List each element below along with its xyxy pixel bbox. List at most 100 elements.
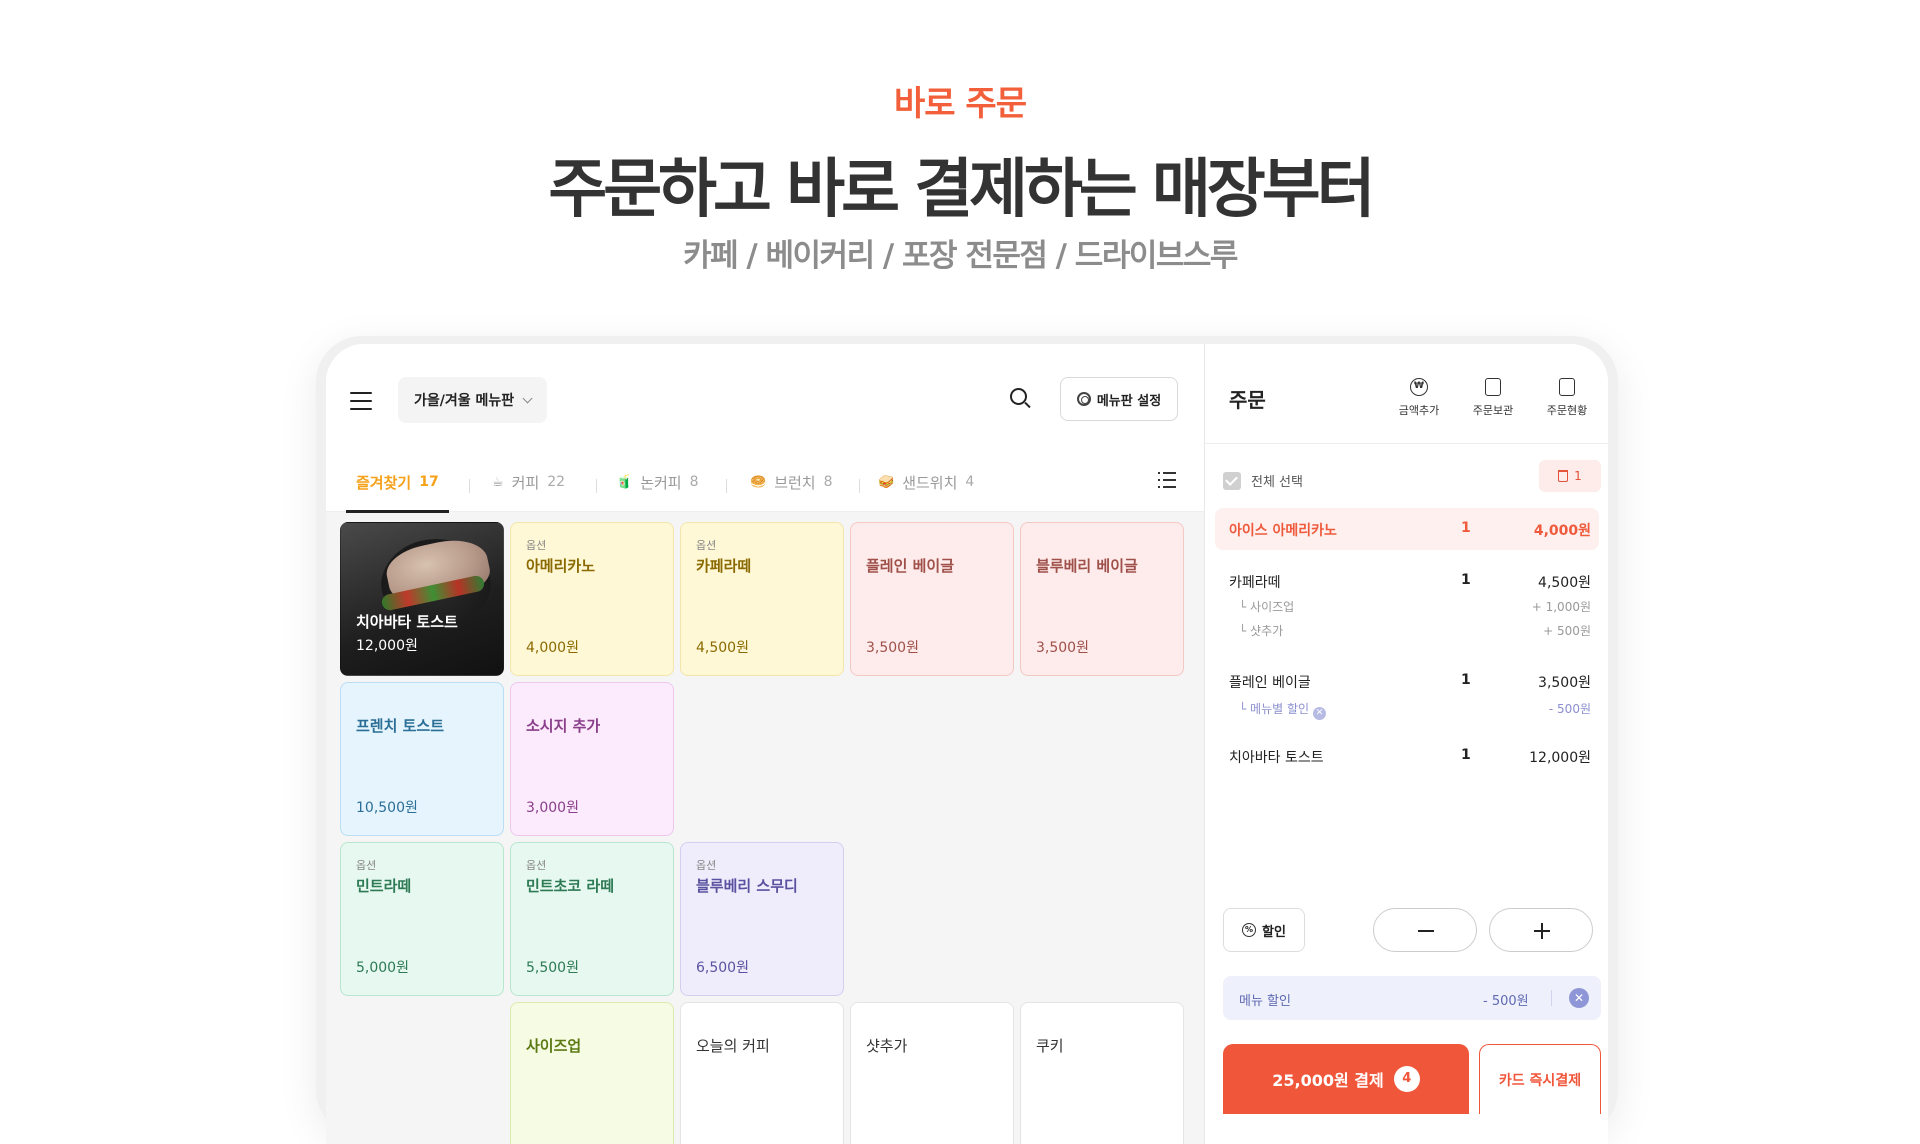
menu-card-blueberry-bagel[interactable]: 블루베리 베이글 3,500원: [1020, 522, 1184, 676]
card-price: 10,500원: [356, 800, 418, 816]
menu-card-shot-add[interactable]: 샷추가: [850, 1002, 1014, 1144]
item-price: 12,000원: [1529, 750, 1591, 766]
search-icon[interactable]: [1010, 388, 1032, 410]
item-name: 아이스 아메리카노: [1229, 523, 1337, 539]
card-name: 블루베리 스무디: [696, 877, 798, 895]
card-name: 치아바타 토스트: [356, 613, 458, 631]
tab-coffee[interactable]: ☕ 커피 22: [492, 452, 565, 512]
menu-card-cafe-latte[interactable]: 옵션 카페라떼 4,500원: [680, 522, 844, 676]
menu-card-french-toast[interactable]: 프렌치 토스트 10,500원: [340, 682, 504, 836]
tab-count: 22: [547, 474, 566, 490]
card-option-tag: 옵션: [696, 859, 717, 872]
option-name-text: 사이즈업: [1250, 600, 1295, 614]
juice-icon: 🧃: [616, 474, 633, 490]
eyebrow: 바로 주문: [894, 84, 1027, 124]
menu-card-todays-coffee[interactable]: 오늘의 커피: [680, 1002, 844, 1144]
option-price: - 500원: [1548, 702, 1591, 716]
menu-card-plain-bagel[interactable]: 플레인 베이글 3,500원: [850, 522, 1014, 676]
tab-label: 브런치: [774, 473, 816, 492]
menu-card-cookie[interactable]: 쿠키: [1020, 1002, 1184, 1144]
remove-discount-icon[interactable]: ✕: [1313, 707, 1327, 720]
tab-label: 즐겨찾기: [356, 473, 412, 492]
increase-qty-button[interactable]: [1489, 908, 1593, 952]
list-view-icon[interactable]: [1158, 472, 1176, 488]
menu-card-ciabatta[interactable]: 치아바타 토스트 12,000원: [340, 522, 504, 676]
card-option-tag: 옵션: [526, 859, 547, 872]
menuboard-settings-button[interactable]: 메뉴판 설정: [1060, 377, 1178, 421]
card-option-tag: 옵션: [356, 859, 377, 872]
card-price: 3,500원: [866, 640, 919, 656]
card-name: 카페라떼: [696, 557, 752, 575]
item-count-badge: 4: [1393, 1066, 1420, 1092]
plus-icon-vertical: [1541, 923, 1543, 939]
select-all-checkbox[interactable]: [1223, 471, 1241, 490]
action-label: 금액추가: [1398, 404, 1440, 417]
decrease-qty-button[interactable]: [1373, 908, 1477, 952]
tab-non-coffee[interactable]: 🧃 논커피 8: [616, 452, 699, 512]
tab-count: 8: [823, 474, 833, 490]
option-name: └ 샷추가: [1239, 624, 1284, 638]
card-name: 민트초코 라떼: [526, 877, 615, 895]
discount-button[interactable]: % 할인: [1223, 908, 1305, 952]
option-name-text: 메뉴별 할인: [1250, 702, 1310, 716]
menu-card-blueberry-smoothie[interactable]: 옵션 블루베리 스무디 6,500원: [680, 842, 844, 996]
delete-selected-button[interactable]: 1: [1539, 460, 1601, 492]
chevron-down-icon: [522, 393, 533, 403]
order-status-button[interactable]: 주문현황: [1537, 378, 1597, 418]
order-hold-icon: [1485, 378, 1501, 396]
menu-card-mint-choco-latte[interactable]: 옵션 민트초코 라떼 5,500원: [510, 842, 674, 996]
card-price: 4,000원: [526, 640, 579, 656]
item-qty: 1: [1461, 572, 1471, 588]
menuboard-dropdown[interactable]: 가을/겨울 메뉴판: [398, 377, 548, 423]
add-amount-button[interactable]: ₩ 금액추가: [1389, 378, 1449, 418]
action-label: 주문보관: [1472, 404, 1514, 417]
option-price: + 500원: [1543, 624, 1591, 638]
sandwich-icon: 🥪: [878, 474, 895, 490]
item-name: 플레인 베이글: [1229, 675, 1311, 691]
hamburger-menu-icon[interactable]: [350, 392, 372, 410]
card-option-tag: 옵션: [526, 539, 547, 552]
tab-favorites[interactable]: 즐겨찾기 17: [346, 452, 449, 513]
tab-divider: [469, 479, 470, 493]
menu-card-americano[interactable]: 옵션 아메리카노 4,000원: [510, 522, 674, 676]
gear-icon: [1076, 392, 1091, 406]
menu-card-sausage-add[interactable]: 소시지 추가 3,000원: [510, 682, 674, 836]
add-amount-icon: ₩: [1410, 378, 1428, 396]
percent-icon: %: [1242, 923, 1257, 937]
order-hold-button[interactable]: 주문보관: [1463, 378, 1523, 418]
pay-label: 25,000원 결제: [1272, 1071, 1384, 1090]
order-item-selected[interactable]: 아이스 아메리카노 1 4,000원: [1215, 508, 1599, 550]
order-pane: 주문 ₩ 금액추가 주문보관 주문현황 전체 선택 1 아이스 아메리카노 1 …: [1204, 344, 1608, 1144]
card-name: 소시지 추가: [526, 717, 601, 735]
card-price: 3,500원: [1036, 640, 1089, 656]
tab-divider: [596, 479, 597, 493]
category-tabs: 즐겨찾기 17 ☕ 커피 22 🧃 논커피 8 🥯 브런치 8 🥪 샌드위치 4: [326, 452, 1204, 513]
pay-button[interactable]: 25,000원 결제 4: [1223, 1044, 1469, 1114]
menu-discount-row: 메뉴 할인 - 500원 ✕: [1223, 976, 1601, 1020]
tab-brunch[interactable]: 🥯 브런치 8: [750, 452, 833, 512]
settings-label: 메뉴판 설정: [1096, 393, 1162, 409]
pos-screen: 가을/겨울 메뉴판 메뉴판 설정 즐겨찾기 17 ☕ 커피 22 🧃 논커피 8…: [326, 344, 1608, 1144]
headline: 주문하고 바로 결제하는 매장부터: [548, 153, 1375, 227]
menu-pane: 가을/겨울 메뉴판 메뉴판 설정 즐겨찾기 17 ☕ 커피 22 🧃 논커피 8…: [326, 344, 1204, 1144]
tab-sandwich[interactable]: 🥪 샌드위치 4: [878, 452, 974, 512]
item-name: 카페라떼: [1229, 575, 1281, 591]
card-name: 민트라떼: [356, 877, 412, 895]
action-label: 주문현황: [1546, 404, 1588, 417]
bagel-icon: 🥯: [750, 474, 767, 490]
menu-discount-value: - 500원: [1483, 994, 1529, 1009]
select-all-label: 전체 선택: [1251, 475, 1303, 490]
close-icon[interactable]: ✕: [1569, 988, 1589, 1008]
item-price: 4,000원: [1533, 523, 1591, 539]
option-price: + 1,000원: [1531, 600, 1591, 614]
card-name: 오늘의 커피: [696, 1037, 770, 1055]
card-instant-pay-button[interactable]: 카드 즉시결제: [1479, 1044, 1601, 1114]
select-all[interactable]: 전체 선택: [1223, 471, 1303, 490]
menu-card-size-up[interactable]: 사이즈업: [510, 1002, 674, 1144]
tab-count: 8: [689, 474, 699, 490]
menu-card-mint-latte[interactable]: 옵션 민트라떼 5,000원: [340, 842, 504, 996]
card-name: 블루베리 베이글: [1036, 557, 1138, 575]
coffee-icon: ☕: [492, 474, 504, 490]
tablet-device: 가을/겨울 메뉴판 메뉴판 설정 즐겨찾기 17 ☕ 커피 22 🧃 논커피 8…: [316, 336, 1618, 1144]
tab-label: 논커피: [640, 473, 682, 492]
